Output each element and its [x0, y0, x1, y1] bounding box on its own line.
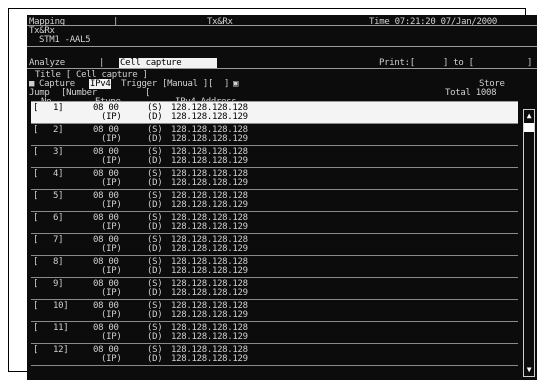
etype-protocol: (IP): [101, 222, 122, 232]
menu-divider: |: [99, 58, 105, 68]
print-to-field[interactable]: ] to [: [443, 58, 474, 68]
table-row[interactable]: [1] 08 00 (IP) (S) 128.128.128.128 (D) 128.128…: [31, 102, 518, 124]
total-count: Total 1008: [445, 88, 497, 98]
cell-capture-tab[interactable]: Cell capture: [119, 58, 217, 68]
row-number: 8]: [53, 257, 64, 267]
table-row[interactable]: [3] 08 00 (IP) (S) 128.128.128.128 (D) 128.128…: [31, 146, 518, 168]
row-number: 4]: [53, 169, 64, 179]
dest-direction: (D): [147, 310, 163, 320]
table-scrollbar[interactable]: ▲ ▼: [523, 109, 535, 377]
row-number-bracket: [: [33, 301, 39, 311]
table-row[interactable]: [2] 08 00 (IP) (S) 128.128.128.128 (D) 128.128…: [31, 124, 518, 146]
table-row[interactable]: [4] 08 00 (IP) (S) 128.128.128.128 (D) 128.128…: [31, 168, 518, 190]
dest-address: 128.128.128.129: [171, 310, 248, 320]
dest-direction: (D): [147, 156, 163, 166]
row-number-bracket: [: [33, 235, 39, 245]
etype-protocol: (IP): [101, 332, 122, 342]
dest-address: 128.128.128.129: [171, 200, 248, 210]
dest-address: 128.128.128.129: [171, 112, 248, 122]
menu-rule: [27, 68, 537, 69]
dest-address: 128.128.128.129: [171, 332, 248, 342]
row-number: 2]: [53, 125, 64, 135]
table-row[interactable]: [8] 08 00 (IP) (S) 128.128.128.128 (D) 128.128…: [31, 256, 518, 278]
etype-protocol: (IP): [101, 244, 122, 254]
dest-direction: (D): [147, 178, 163, 188]
table-row[interactable]: [5] 08 00 (IP) (S) 128.128.128.128 (D) 128.128…: [31, 190, 518, 212]
etype-protocol: (IP): [101, 156, 122, 166]
row-number: 1]: [53, 103, 64, 113]
row-number: 11]: [53, 323, 69, 333]
etype-protocol: (IP): [101, 354, 122, 364]
scroll-down-icon[interactable]: ▼: [524, 365, 534, 375]
trigger-select[interactable]: Trigger [Manual ][: [121, 79, 213, 89]
scroll-thumb[interactable]: [524, 123, 534, 132]
dest-direction: (D): [147, 222, 163, 232]
print-end-bracket: ]: [527, 58, 533, 68]
dest-direction: (D): [147, 200, 163, 210]
dest-direction: (D): [147, 332, 163, 342]
etype-protocol: (IP): [101, 178, 122, 188]
jump-number-label[interactable]: [Number: [61, 88, 97, 98]
row-number: 5]: [53, 191, 64, 201]
row-number-bracket: [: [33, 169, 39, 179]
etype-protocol: (IP): [101, 200, 122, 210]
jump-number-input[interactable]: [: [145, 88, 150, 98]
capture-table: [1] 08 00 (IP) (S) 128.128.128.128 (D) 128.128…: [31, 102, 518, 366]
stm-label: STM1 -AAL5: [39, 35, 91, 45]
dest-direction: (D): [147, 288, 163, 298]
dest-address: 128.128.128.129: [171, 156, 248, 166]
dest-address: 128.128.128.129: [171, 178, 248, 188]
table-row[interactable]: [6] 08 00 (IP) (S) 128.128.128.128 (D) 128.128…: [31, 212, 518, 234]
row-number-bracket: [: [33, 323, 39, 333]
dest-direction: (D): [147, 244, 163, 254]
row-number-bracket: [: [33, 213, 39, 223]
row-number: 10]: [53, 301, 69, 311]
etype-protocol: (IP): [101, 288, 122, 298]
table-row[interactable]: [11] 08 00 (IP) (S) 128.128.128.128 (D) 128.12…: [31, 322, 518, 344]
row-number-bracket: [: [33, 191, 39, 201]
analyze-menu[interactable]: Analyze: [29, 58, 65, 68]
table-row[interactable]: [9] 08 00 (IP) (S) 128.128.128.128 (D) 128.128…: [31, 278, 518, 300]
row-number-bracket: [: [33, 103, 39, 113]
dest-address: 128.128.128.129: [171, 134, 248, 144]
dest-direction: (D): [147, 112, 163, 122]
dest-address: 128.128.128.129: [171, 288, 248, 298]
header-bottom-rule: [27, 46, 537, 47]
dest-direction: (D): [147, 266, 163, 276]
table-row[interactable]: [12] 08 00 (IP) (S) 128.128.128.128 (D) 128.12…: [31, 344, 518, 366]
row-number-bracket: [: [33, 125, 39, 135]
analyzer-screen: Mapping | Tx&Rx Time 07:21:20 07/Jan/200…: [27, 15, 537, 380]
etype-protocol: (IP): [101, 112, 122, 122]
dest-address: 128.128.128.129: [171, 222, 248, 232]
dest-direction: (D): [147, 134, 163, 144]
trigger-toggle-icon[interactable]: ▣: [233, 79, 238, 89]
row-number-bracket: [: [33, 147, 39, 157]
scroll-up-icon[interactable]: ▲: [524, 111, 534, 121]
dest-address: 128.128.128.129: [171, 244, 248, 254]
print-from-field[interactable]: Print:[: [379, 58, 415, 68]
etype-protocol: (IP): [101, 310, 122, 320]
dest-address: 128.128.128.129: [171, 354, 248, 364]
row-number: 6]: [53, 213, 64, 223]
dest-direction: (D): [147, 354, 163, 364]
row-number-bracket: [: [33, 345, 39, 355]
header-rule: [27, 25, 537, 26]
etype-protocol: (IP): [101, 266, 122, 276]
row-number-bracket: [: [33, 279, 39, 289]
trigger-end-bracket: ]: [224, 79, 230, 89]
row-number: 9]: [53, 279, 64, 289]
row-number: 7]: [53, 235, 64, 245]
dest-address: 128.128.128.129: [171, 266, 248, 276]
row-number-bracket: [: [33, 257, 39, 267]
row-number: 3]: [53, 147, 64, 157]
table-row[interactable]: [7] 08 00 (IP) (S) 128.128.128.128 (D) 128.128…: [31, 234, 518, 256]
row-number: 12]: [53, 345, 69, 355]
table-row[interactable]: [10] 08 00 (IP) (S) 128.128.128.128 (D) 128.12…: [31, 300, 518, 322]
etype-protocol: (IP): [101, 134, 122, 144]
